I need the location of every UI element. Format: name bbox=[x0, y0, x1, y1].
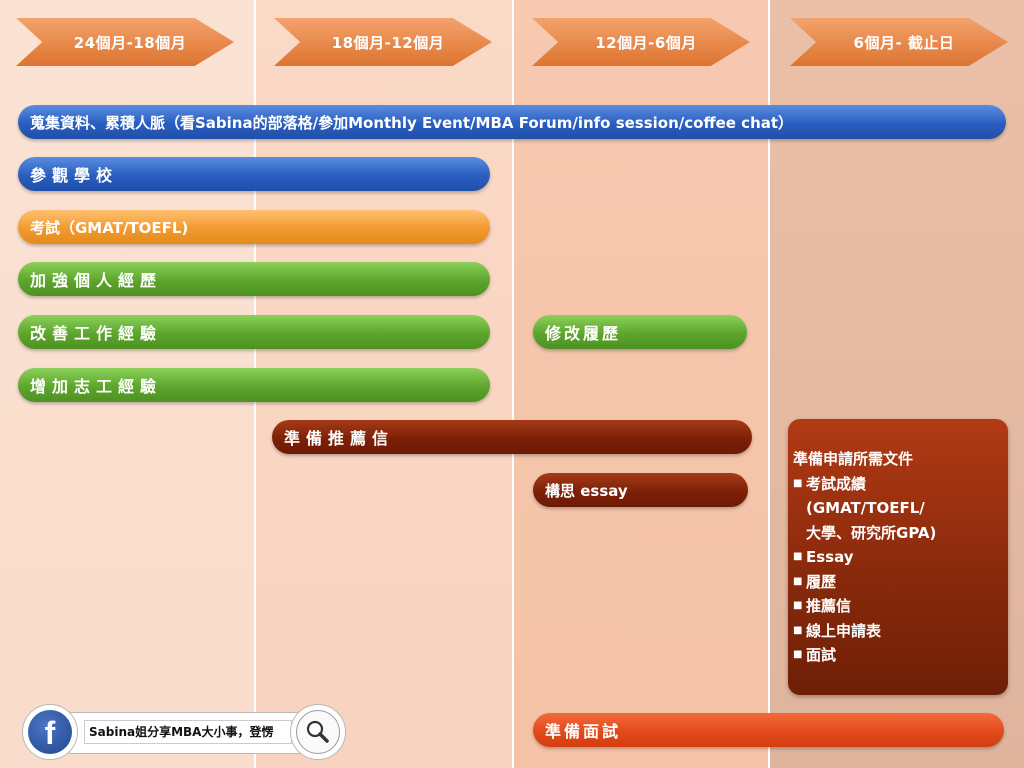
phase-header-label: 24個月-18個月 bbox=[73, 33, 187, 52]
list-item-text: 推薦信 bbox=[806, 597, 852, 615]
bar-label: 考試（GMAT/TOEFL) bbox=[30, 218, 189, 237]
bar-essay: 構思 essay bbox=[533, 473, 748, 507]
bar-strengthen-experience: 加強個人經歷 bbox=[18, 262, 490, 296]
phase-header-label: 18個月-12個月 bbox=[331, 33, 445, 52]
bullet-icon: ■ bbox=[793, 624, 803, 636]
list-item: ■ 履歷 bbox=[793, 570, 1002, 595]
list-item-text: 線上申請表 bbox=[806, 621, 882, 640]
list-item-continuation: 大學、研究所GPA) bbox=[806, 523, 937, 542]
bar-label: 構思 essay bbox=[545, 481, 628, 500]
bar-label: 增加志工經驗 bbox=[30, 377, 163, 396]
list-item: ■ 推薦信 bbox=[793, 594, 1002, 619]
list-item-text: 面試 bbox=[806, 646, 837, 664]
bar-label: 準備推薦信 bbox=[284, 429, 395, 448]
phase-header-1: 24個月-18個月 bbox=[16, 18, 234, 66]
documents-title: 準備申請所需文件 bbox=[793, 450, 914, 468]
bullet-icon: ■ bbox=[793, 477, 803, 489]
search-icon bbox=[296, 710, 340, 754]
phase-header-3: 12個月-6個月 bbox=[532, 18, 750, 66]
search-text: Sabina姐分享MBA大小事，登愣 bbox=[84, 720, 292, 744]
list-item: ■ Essay bbox=[793, 545, 1002, 570]
bar-volunteer: 增加志工經驗 bbox=[18, 368, 490, 402]
list-item: ■ 面試 bbox=[793, 643, 1002, 668]
bar-visit-schools: 參觀學校 bbox=[18, 157, 490, 191]
documents-box: 準備申請所需文件 ■ 考試成績 (GMAT/TOEFL/ 大學、研究所GPA) ■… bbox=[788, 419, 1008, 695]
list-item-continuation: (GMAT/TOEFL/ bbox=[806, 499, 925, 517]
phase-header-2: 18個月-12個月 bbox=[274, 18, 492, 66]
bar-label: 蒐集資料、累積人脈（看Sabina的部落格/參加Monthly Event/MB… bbox=[30, 113, 794, 132]
facebook-search-banner: f Sabina姐分享MBA大小事，登愣 bbox=[22, 704, 346, 760]
bar-label: 修改履歷 bbox=[545, 324, 622, 343]
bar-recommendation: 準備推薦信 bbox=[272, 420, 752, 454]
list-item-text: Essay bbox=[806, 548, 854, 566]
list-item: ■ 考試成績 bbox=[793, 472, 1002, 497]
bar-exams: 考試（GMAT/TOEFL) bbox=[18, 210, 490, 244]
bullet-icon: ■ bbox=[793, 649, 803, 660]
phase-header-label: 6個月- 截止日 bbox=[853, 33, 955, 52]
facebook-badge[interactable]: f bbox=[22, 704, 78, 760]
bullet-icon: ■ bbox=[793, 575, 803, 587]
bar-improve-work: 改善工作經驗 bbox=[18, 315, 490, 349]
bar-collect-info: 蒐集資料、累積人脈（看Sabina的部落格/參加Monthly Event/MB… bbox=[18, 105, 1006, 139]
bar-label: 加強個人經歷 bbox=[30, 271, 163, 290]
facebook-icon: f bbox=[28, 710, 72, 754]
bar-edit-resume: 修改履歷 bbox=[533, 315, 747, 349]
list-item-text: 考試成績 bbox=[806, 474, 867, 493]
bullet-icon: ■ bbox=[793, 600, 803, 611]
phase-header-label: 12個月-6個月 bbox=[595, 33, 697, 52]
bar-label: 改善工作經驗 bbox=[30, 324, 163, 343]
phase-header-4: 6個月- 截止日 bbox=[790, 18, 1008, 66]
list-item: ■ 線上申請表 bbox=[793, 619, 1002, 644]
search-button[interactable] bbox=[290, 704, 346, 760]
bar-interview: 準備面試 bbox=[533, 713, 1004, 747]
bullet-icon: ■ bbox=[793, 551, 803, 562]
list-item-text: 履歷 bbox=[806, 572, 837, 591]
bar-label: 參觀學校 bbox=[30, 166, 119, 185]
bar-label: 準備面試 bbox=[545, 722, 622, 741]
